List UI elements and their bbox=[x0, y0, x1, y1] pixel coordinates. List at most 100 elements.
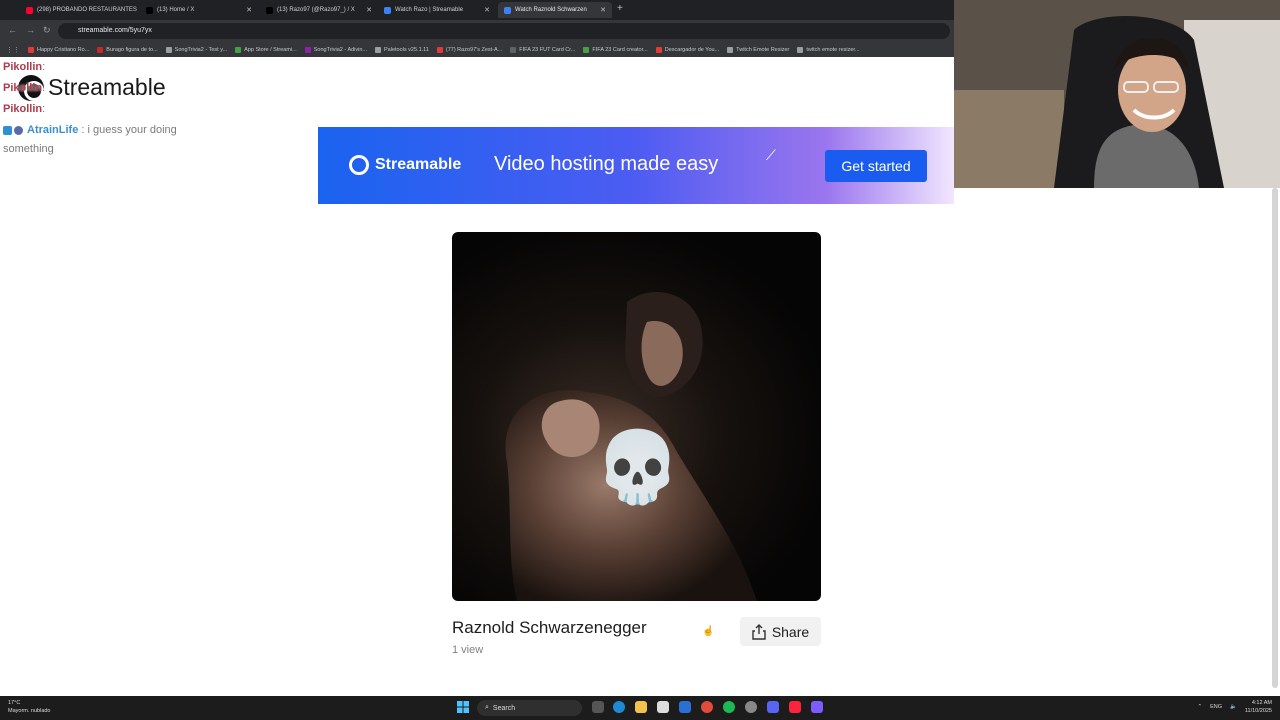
webcam-figure bbox=[954, 0, 1280, 188]
get-started-button[interactable]: Get started bbox=[825, 150, 927, 182]
streamable-favicon-icon bbox=[384, 6, 391, 14]
file-explorer-icon[interactable] bbox=[635, 701, 647, 713]
store-icon[interactable] bbox=[657, 701, 669, 713]
video-player[interactable]: 💀 bbox=[452, 232, 821, 601]
settings-icon[interactable] bbox=[745, 701, 757, 713]
bookmark-label: twitch emote resizer... bbox=[806, 46, 860, 53]
video-title: Raznold Schwarzenegger bbox=[452, 618, 647, 637]
x-favicon-icon bbox=[266, 6, 273, 14]
chat-message: Pikollin : bbox=[3, 100, 223, 118]
bookmark-label: Twitch Emote Resizer bbox=[736, 46, 790, 53]
bookmark-item[interactable]: SongTrivia2 - Test y... bbox=[165, 46, 228, 53]
close-tab-icon[interactable]: ✕ bbox=[246, 6, 252, 14]
page-scrollbar[interactable] bbox=[1272, 188, 1278, 688]
bookmarks-bar: ⋮⋮ Happy Cristiano Ro... Burago figura d… bbox=[0, 42, 954, 57]
bookmark-item[interactable]: (77) Razo97's Zest-A... bbox=[436, 46, 503, 53]
close-tab-icon[interactable]: ✕ bbox=[600, 6, 606, 14]
tab-title: (298) PROBANDO RESTAURANTES bbox=[37, 7, 137, 13]
bookmark-label: SongTrivia2 - Adivin... bbox=[313, 46, 368, 53]
bookmark-favicon-icon bbox=[375, 46, 382, 53]
chat-message: AtrainLife : i guess your doing somethin… bbox=[3, 121, 223, 159]
browser-tab-bar: (298) PROBANDO RESTAURANTES ✕ (13) Home … bbox=[0, 0, 954, 20]
webcam-overlay bbox=[954, 0, 1280, 188]
bookmark-label: App Store / Streami... bbox=[244, 46, 297, 53]
language-indicator[interactable]: ENG bbox=[1210, 704, 1222, 710]
close-tab-icon[interactable]: ✕ bbox=[484, 6, 490, 14]
bookmark-item[interactable]: FIFA 23 FUT Card Cr... bbox=[510, 46, 576, 53]
browser-tab-2[interactable]: (13) Home / X ✕ bbox=[140, 2, 258, 18]
weather-desc: Mayorm. nublado bbox=[8, 708, 51, 714]
close-tab-icon[interactable]: ✕ bbox=[366, 6, 372, 14]
mouse-cursor-icon: ☝ bbox=[702, 626, 715, 637]
chat-badge-icon bbox=[14, 125, 23, 135]
chat-badge-icon bbox=[3, 125, 12, 135]
share-icon bbox=[752, 623, 766, 640]
task-view-icon[interactable] bbox=[592, 701, 604, 713]
chat-message: Pikollin : bbox=[3, 58, 223, 76]
clock-time: 4:12 AM bbox=[1251, 700, 1272, 706]
system-tray: ⌃ ENG 🔈 4:12 AM 11/10/2025 bbox=[1197, 699, 1272, 715]
edge-icon[interactable] bbox=[613, 701, 625, 713]
chevron-up-icon[interactable]: ⌃ bbox=[1197, 704, 1202, 710]
bookmark-item[interactable]: App Store / Streami... bbox=[235, 46, 297, 53]
bookmark-label: Descargador de You... bbox=[664, 46, 720, 53]
bookmark-favicon-icon bbox=[304, 46, 311, 53]
search-label: Search bbox=[492, 704, 516, 712]
youtube-favicon-icon bbox=[26, 6, 33, 14]
view-count: 1 view bbox=[452, 644, 484, 656]
browser-tab-4[interactable]: Watch Razo | Streamable ✕ bbox=[378, 2, 496, 18]
bookmark-label: FIFA 23 Card creator... bbox=[592, 46, 648, 53]
bookmark-favicon-icon bbox=[583, 46, 590, 53]
bookmark-favicon-icon bbox=[235, 46, 242, 53]
windows-start-icon[interactable] bbox=[457, 701, 469, 713]
bookmark-item[interactable]: Paletools v25.1.11 bbox=[375, 46, 429, 53]
teams-icon[interactable] bbox=[811, 701, 823, 713]
chrome-icon[interactable] bbox=[701, 701, 713, 713]
back-icon[interactable]: ← bbox=[8, 25, 17, 35]
bookmark-item[interactable]: Happy Cristiano Ro... bbox=[28, 46, 89, 53]
apps-icon[interactable]: ⋮⋮ bbox=[6, 46, 20, 54]
tab-title: (13) Razo97 (@Razo97_) / X bbox=[277, 7, 355, 13]
banner-logo: Streamable bbox=[349, 155, 461, 175]
share-button[interactable]: Share bbox=[740, 617, 821, 646]
chat-username: AtrainLife bbox=[27, 124, 79, 136]
x-favicon-icon bbox=[146, 6, 153, 14]
bookmark-item[interactable]: twitch emote resizer... bbox=[797, 46, 860, 53]
promo-banner[interactable]: Streamable Video hosting made easy ⟋ Get… bbox=[318, 127, 954, 204]
browser-tab-5-active[interactable]: Watch Raznold Schwarzen ✕ bbox=[498, 2, 612, 18]
address-bar[interactable]: streamable.com/5yu7yx bbox=[58, 23, 950, 39]
spotify-icon[interactable] bbox=[723, 701, 735, 713]
address-url: streamable.com/5yu7yx bbox=[78, 27, 152, 34]
mail-icon[interactable] bbox=[679, 701, 691, 713]
chat-separator: : bbox=[42, 103, 46, 115]
bookmark-favicon-icon bbox=[797, 46, 804, 53]
chat-message: Pikollin : bbox=[3, 79, 223, 97]
reload-icon[interactable]: ↻ bbox=[43, 25, 51, 36]
discord-icon[interactable] bbox=[767, 701, 779, 713]
browser-tab-1[interactable]: (298) PROBANDO RESTAURANTES ✕ bbox=[20, 2, 138, 18]
music-icon[interactable] bbox=[789, 701, 801, 713]
clock[interactable]: 4:12 AM 11/10/2025 bbox=[1245, 699, 1272, 715]
chat-separator: : bbox=[42, 61, 46, 73]
browser-tab-3[interactable]: (13) Razo97 (@Razo97_) / X ✕ bbox=[260, 2, 378, 18]
volume-icon[interactable]: 🔈 bbox=[1230, 704, 1237, 710]
bookmark-label: SongTrivia2 - Test y... bbox=[174, 46, 228, 53]
forward-icon[interactable]: → bbox=[26, 25, 35, 35]
bookmark-item[interactable]: FIFA 23 Card creator... bbox=[583, 46, 648, 53]
chat-username: Pikollin bbox=[3, 82, 43, 94]
skull-emoji-overlay: 💀 bbox=[594, 428, 682, 506]
bookmark-item[interactable]: Twitch Emote Resizer bbox=[727, 46, 790, 53]
browser-toolbar: ← → ↻ streamable.com/5yu7yx bbox=[0, 20, 954, 42]
bookmark-item[interactable]: Descargador de You... bbox=[655, 46, 720, 53]
chat-separator: : bbox=[42, 82, 46, 94]
bookmark-label: FIFA 23 FUT Card Cr... bbox=[519, 46, 576, 53]
bookmark-favicon-icon bbox=[165, 46, 172, 53]
weather-widget[interactable]: 17°C Mayorm. nublado bbox=[8, 699, 51, 715]
bookmark-label: (77) Razo97's Zest-A... bbox=[445, 46, 503, 53]
bookmark-item[interactable]: Burago figura de to... bbox=[97, 46, 158, 53]
banner-tagline: Video hosting made easy bbox=[494, 153, 719, 175]
bookmark-item[interactable]: SongTrivia2 - Adivin... bbox=[304, 46, 368, 53]
share-label: Share bbox=[771, 623, 810, 640]
taskbar-search[interactable]: ⌕ Search bbox=[477, 700, 582, 716]
new-tab-button[interactable]: + bbox=[617, 3, 623, 14]
